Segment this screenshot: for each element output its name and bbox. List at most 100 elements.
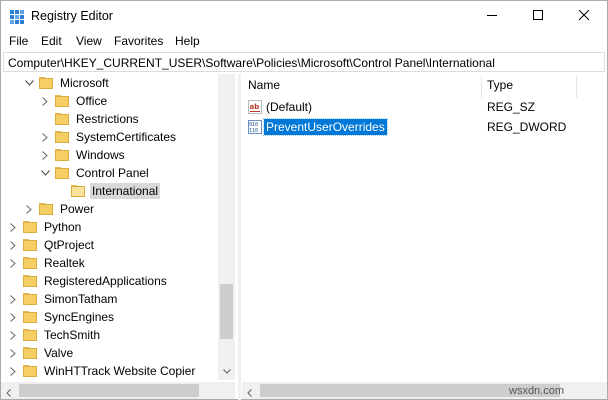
value-row-preventuseroverrides[interactable]: 010 110 PreventUserOverrides REG_DWORD	[242, 118, 607, 136]
tree-item-winhttrack[interactable]: WinHTTrack Website Copier	[7, 362, 197, 380]
tree-item-label: RegisteredApplications	[44, 274, 167, 288]
folder-icon	[23, 257, 37, 269]
address-bar[interactable]: Computer\HKEY_CURRENT_USER\Software\Poli…	[3, 52, 605, 72]
scroll-down-arrow-icon[interactable]	[218, 364, 235, 378]
tree-item-label: Microsoft	[60, 76, 109, 90]
watermark-text: wsxdn.com	[509, 385, 565, 397]
registry-editor-window: Registry Editor File Edit View Favorites…	[0, 0, 608, 400]
tree-item-qtproject[interactable]: QtProject	[7, 236, 96, 254]
column-separator[interactable]	[481, 76, 482, 98]
chevron-right-icon[interactable]	[7, 293, 19, 305]
tree-item-label: Windows	[76, 148, 125, 162]
tree-item-techsmith[interactable]: TechSmith	[7, 326, 102, 344]
chevron-right-icon[interactable]	[7, 311, 19, 323]
chevron-right-icon[interactable]	[39, 131, 51, 143]
tree-item-registeredapplications[interactable]: RegisteredApplications	[7, 272, 169, 290]
chevron-right-icon[interactable]	[7, 329, 19, 341]
minimize-icon	[487, 9, 497, 23]
folder-icon	[23, 275, 37, 287]
folder-icon	[55, 167, 69, 179]
window-title: Registry Editor	[31, 9, 113, 23]
tree-item-label: QtProject	[44, 238, 95, 252]
chevron-right-icon[interactable]	[7, 347, 19, 359]
folder-icon	[23, 311, 37, 323]
folder-icon	[23, 293, 37, 305]
folder-icon	[55, 131, 69, 143]
folder-icon	[23, 239, 37, 251]
value-row-default[interactable]: ab (Default) REG_SZ	[242, 98, 607, 116]
tree-item-label: Power	[60, 202, 95, 216]
scroll-left-arrow-icon[interactable]	[6, 386, 11, 400]
tree-item-label: Restrictions	[76, 112, 139, 126]
column-separator[interactable]	[576, 76, 577, 98]
close-icon	[578, 9, 590, 23]
chevron-down-icon[interactable]	[23, 77, 35, 89]
folder-icon	[23, 365, 37, 377]
title-bar: Registry Editor	[1, 1, 607, 31]
chevron-right-icon[interactable]	[23, 203, 35, 215]
menu-view[interactable]: View	[76, 34, 102, 48]
scrollbar-thumb[interactable]	[220, 284, 233, 339]
menu-edit[interactable]: Edit	[41, 34, 62, 48]
folder-icon	[23, 221, 37, 233]
folder-icon	[23, 347, 37, 359]
tree-vertical-scrollbar[interactable]	[218, 74, 235, 380]
tree-item-label: Control Panel	[76, 166, 149, 180]
tree-item-international[interactable]: International	[55, 182, 161, 200]
value-type: REG_DWORD	[487, 120, 567, 134]
tree-item-windows[interactable]: Windows	[39, 146, 127, 164]
tree-item-realtek[interactable]: Realtek	[7, 254, 87, 272]
tree-item-microsoft[interactable]: Microsoft	[23, 74, 111, 92]
value-name: (Default)	[266, 100, 313, 114]
pane-splitter[interactable]	[238, 74, 241, 400]
tree-item-systemcertificates[interactable]: SystemCertificates	[39, 128, 178, 146]
folder-icon	[55, 113, 69, 125]
tree-item-label: SystemCertificates	[76, 130, 177, 144]
folder-icon	[23, 329, 37, 341]
address-path: Computer\HKEY_CURRENT_USER\Software\Poli…	[8, 56, 495, 70]
tree-item-control-panel[interactable]: Control Panel	[39, 164, 151, 182]
tree-item-valve[interactable]: Valve	[7, 344, 75, 362]
maximize-button[interactable]	[515, 1, 561, 31]
chevron-right-icon[interactable]	[39, 95, 51, 107]
value-type: REG_SZ	[487, 100, 536, 114]
tree-item-label: Valve	[44, 346, 74, 360]
menu-help[interactable]: Help	[175, 34, 200, 48]
values-list: Name Type ab (Default) REG_SZ 010 110 Pr…	[242, 74, 607, 381]
svg-text:ab: ab	[250, 103, 260, 111]
chevron-right-icon[interactable]	[39, 149, 51, 161]
column-header-name[interactable]: Name	[248, 78, 280, 98]
tree-item-syncengines[interactable]: SyncEngines	[7, 308, 116, 326]
binary-value-icon: 010 110	[248, 120, 262, 134]
tree-item-python[interactable]: Python	[7, 218, 83, 236]
tree-item-label: Office	[76, 94, 108, 108]
chevron-right-icon[interactable]	[7, 365, 19, 377]
maximize-icon	[533, 9, 543, 23]
tree-item-label: SyncEngines	[44, 310, 115, 324]
tree-item-label: TechSmith	[44, 328, 101, 342]
chevron-right-icon[interactable]	[7, 239, 19, 251]
tree-item-office[interactable]: Office	[39, 92, 109, 110]
tree-horizontal-scrollbar[interactable]	[1, 382, 235, 399]
minimize-button[interactable]	[469, 1, 515, 31]
svg-text:110: 110	[249, 128, 258, 134]
scrollbar-thumb[interactable]	[19, 384, 199, 397]
chevron-right-icon[interactable]	[7, 221, 19, 233]
menu-favorites[interactable]: Favorites	[114, 34, 163, 48]
folder-icon	[39, 203, 53, 215]
close-button[interactable]	[561, 1, 607, 31]
tree-item-label: Realtek	[44, 256, 85, 270]
chevron-down-icon[interactable]	[39, 167, 51, 179]
folder-icon	[39, 77, 53, 89]
scroll-left-arrow-icon[interactable]	[247, 386, 252, 400]
string-value-icon: ab	[248, 100, 262, 114]
tree-item-power[interactable]: Power	[23, 200, 96, 218]
registry-editor-app-icon	[9, 9, 25, 25]
folder-open-icon	[71, 185, 85, 197]
tree-item-restrictions[interactable]: Restrictions	[39, 110, 141, 128]
menu-file[interactable]: File	[9, 34, 28, 48]
tree-item-label: SimonTatham	[44, 292, 118, 306]
tree-item-simontatham[interactable]: SimonTatham	[7, 290, 119, 308]
column-header-type[interactable]: Type	[487, 78, 513, 98]
chevron-right-icon[interactable]	[7, 257, 19, 269]
